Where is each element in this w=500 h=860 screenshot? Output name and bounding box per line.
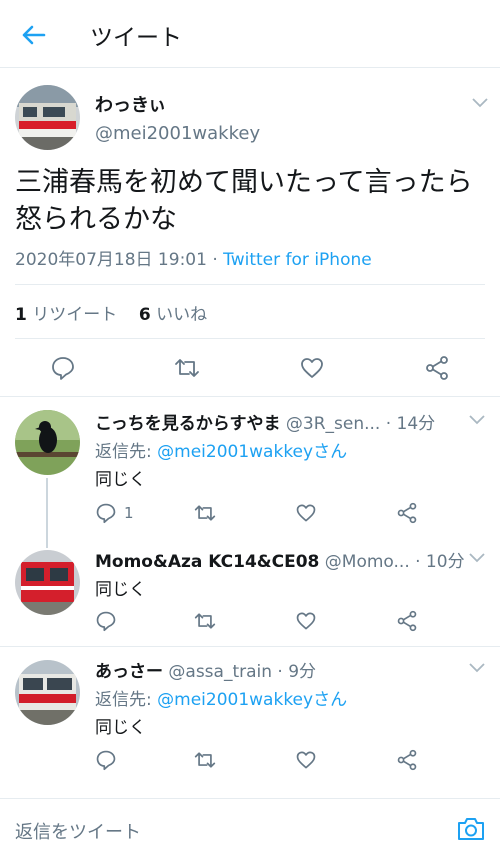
tweet-meta: 2020年07月18日 19:01 · Twitter for iPhone xyxy=(15,250,372,270)
camera-button[interactable] xyxy=(456,815,486,843)
reply-button[interactable] xyxy=(50,355,76,381)
share-icon xyxy=(397,610,417,632)
reply-to-line: 返信先: @mei2001wakkeyさん xyxy=(95,442,348,462)
like-button[interactable] xyxy=(299,355,325,381)
share-button[interactable] xyxy=(396,502,418,524)
reply-icon xyxy=(96,503,116,524)
tweet-text: 三浦春馬を初めて聞いたって言ったら 怒られるかな xyxy=(15,167,473,235)
divider xyxy=(15,284,485,285)
retweet-icon xyxy=(194,613,216,629)
retweet-stat[interactable]: 1 リツイート xyxy=(15,305,117,325)
chevron-down-icon[interactable] xyxy=(471,97,489,109)
reply-avatar[interactable] xyxy=(15,410,80,475)
reply-header: Momo&Aza KC14&CE08 @Momo... · 10分 xyxy=(95,552,465,572)
retweet-button[interactable] xyxy=(194,749,216,771)
reply-button[interactable] xyxy=(95,749,117,771)
share-icon xyxy=(426,356,448,380)
reply-avatar[interactable] xyxy=(15,550,80,615)
divider xyxy=(15,338,485,339)
top-bar: ツイート xyxy=(0,0,500,68)
thread-connector xyxy=(46,478,48,548)
like-button[interactable] xyxy=(295,610,317,632)
like-button[interactable] xyxy=(295,749,317,771)
reply-author-name[interactable]: あっさー xyxy=(95,662,163,682)
reply-author-name[interactable]: Momo&Aza KC14&CE08 xyxy=(95,552,319,572)
reply-to-line: 返信先: @mei2001wakkeyさん xyxy=(95,690,348,710)
tweet-timestamp: 2020年07月18日 19:01 xyxy=(15,250,207,270)
retweet-icon xyxy=(175,359,199,377)
author-avatar[interactable] xyxy=(15,85,80,150)
chevron-down-icon[interactable] xyxy=(468,662,486,674)
reply-button[interactable] xyxy=(95,610,117,632)
chevron-down-icon[interactable] xyxy=(468,552,486,564)
reply-to-handle[interactable]: @mei2001wakkeyさん xyxy=(157,442,347,462)
reply-avatar[interactable] xyxy=(15,660,80,725)
share-icon xyxy=(397,502,417,524)
reply-count: 1 xyxy=(124,504,134,522)
share-button[interactable] xyxy=(396,610,418,632)
author-handle[interactable]: @mei2001wakkey xyxy=(95,123,260,144)
heart-icon xyxy=(296,612,316,630)
author-name[interactable]: わっきぃ xyxy=(95,91,166,117)
retweet-button[interactable] xyxy=(194,610,216,632)
camera-icon xyxy=(458,818,484,840)
chevron-down-icon[interactable] xyxy=(468,414,486,426)
like-stat[interactable]: 6 いいね xyxy=(139,305,207,325)
reply-icon xyxy=(52,357,74,380)
arrow-left-icon xyxy=(22,25,46,45)
retweet-button[interactable] xyxy=(194,502,216,524)
heart-icon xyxy=(301,358,323,378)
like-button[interactable] xyxy=(295,502,317,524)
retweet-icon xyxy=(194,752,216,768)
reply-composer-input[interactable]: 返信をツイート xyxy=(15,818,141,844)
share-button[interactable] xyxy=(396,749,418,771)
heart-icon xyxy=(296,751,316,769)
retweet-icon xyxy=(194,505,216,521)
reply-text: 同じく xyxy=(95,580,146,600)
reply-header: あっさー @assa_train · 9分 xyxy=(95,662,317,682)
share-button[interactable] xyxy=(424,355,450,381)
reply-header: こっちを見るからすやま @3R_sen... · 14分 xyxy=(95,414,436,434)
divider xyxy=(0,798,500,799)
back-button[interactable] xyxy=(18,20,52,50)
tweet-source[interactable]: Twitter for iPhone xyxy=(223,250,372,270)
share-icon xyxy=(397,749,417,771)
heart-icon xyxy=(296,504,316,522)
retweet-button[interactable] xyxy=(174,355,200,381)
reply-author-name[interactable]: こっちを見るからすやま xyxy=(95,414,280,434)
reply-icon xyxy=(96,750,116,771)
reply-icon xyxy=(96,611,116,632)
tweet-stats: 1 リツイート 6 いいね xyxy=(15,300,207,325)
divider xyxy=(0,646,500,647)
page-title: ツイート xyxy=(90,25,182,51)
reply-to-handle[interactable]: @mei2001wakkeyさん xyxy=(157,690,347,710)
section-divider xyxy=(0,396,500,397)
reply-text: 同じく xyxy=(95,718,146,738)
reply-text: 同じく xyxy=(95,470,146,490)
reply-button[interactable] xyxy=(95,502,117,524)
